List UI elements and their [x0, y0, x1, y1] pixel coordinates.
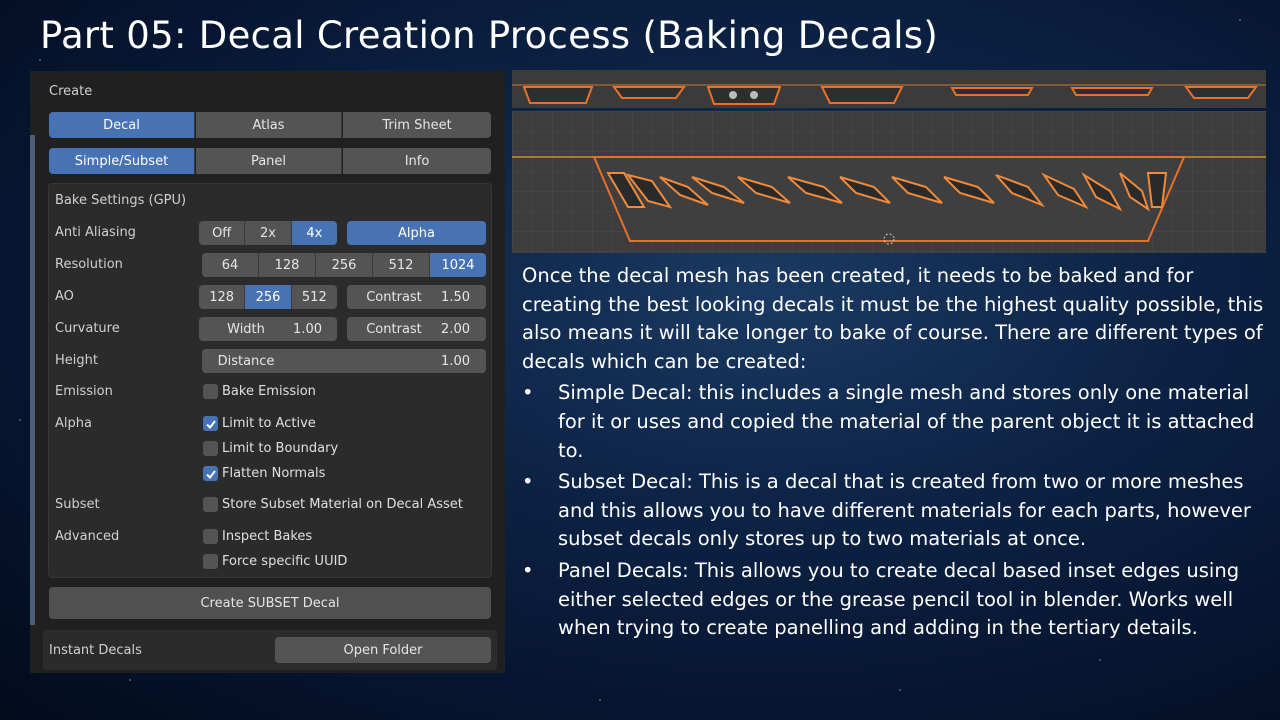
curvature-label: Curvature: [55, 321, 120, 336]
flatten-normals-checkbox[interactable]: [203, 466, 218, 481]
limit-to-active-label: Limit to Active: [222, 416, 316, 431]
list-item: • Simple Decal: this includes a single me…: [522, 379, 1274, 465]
curvature-contrast-field[interactable]: Contrast 2.00: [347, 317, 486, 341]
force-uuid-checkbox[interactable]: [203, 554, 218, 569]
resolution-option-256[interactable]: 256: [316, 253, 373, 277]
emission-label: Emission: [55, 384, 113, 399]
decal-thumb-4: [820, 86, 904, 104]
ao-option-512[interactable]: 512: [291, 285, 337, 309]
force-uuid-label: Force specific UUID: [222, 554, 348, 569]
bullet-icon: •: [522, 381, 534, 405]
decal-thumb-1: [522, 86, 594, 104]
subset-label: Subset: [55, 497, 100, 512]
instant-decals-label: Instant Decals: [49, 643, 142, 658]
anti-aliasing-label: Anti Aliasing: [55, 225, 136, 240]
resolution-selector: 64 128 256 512 1024: [202, 253, 486, 277]
resolution-label: Resolution: [55, 257, 123, 272]
bake-emission-label: Bake Emission: [222, 384, 316, 399]
decal-thumb-7: [1184, 86, 1258, 99]
bake-emission-checkbox[interactable]: [203, 384, 218, 399]
ao-selector: 128 256 512: [199, 285, 337, 309]
height-distance-label: Distance: [217, 353, 275, 369]
check-icon: [205, 469, 216, 479]
bullet-panel-decals: Panel Decals: This allows you to create …: [558, 558, 1240, 640]
ao-option-128[interactable]: 128: [199, 285, 246, 309]
check-icon: [205, 419, 216, 429]
ao-contrast-field[interactable]: Contrast 1.50: [347, 285, 486, 309]
resolution-option-64[interactable]: 64: [202, 253, 259, 277]
description-text: Once the decal mesh has been created, it…: [522, 262, 1274, 643]
ao-option-256[interactable]: 256: [245, 285, 292, 309]
alpha-label: Alpha: [55, 416, 92, 431]
curvature-width-label: Width: [227, 321, 265, 337]
advanced-label: Advanced: [55, 529, 120, 544]
limit-to-boundary-checkbox[interactable]: [203, 441, 218, 456]
bullet-subset-decal: Subset Decal: This is a decal that is cr…: [558, 470, 1251, 551]
aa-option-2x[interactable]: 2x: [245, 221, 292, 245]
tab-simple-subset[interactable]: Simple/Subset: [49, 148, 195, 174]
panel-scrollbar[interactable]: [30, 135, 35, 625]
tab-decal[interactable]: Decal: [49, 112, 195, 138]
decal-viewport: [512, 111, 1266, 253]
decal-thumb-5: [950, 87, 1034, 96]
ao-label: AO: [55, 289, 74, 304]
list-item: • Panel Decals: This allows you to create…: [522, 557, 1274, 643]
aa-option-4x[interactable]: 4x: [291, 221, 337, 245]
decal-thumb-2: [612, 86, 686, 99]
store-subset-material-label: Store Subset Material on Decal Asset: [222, 497, 463, 512]
decal-mesh-render: [512, 156, 1266, 245]
ao-contrast-value: 1.50: [441, 289, 470, 305]
inspect-bakes-checkbox[interactable]: [203, 529, 218, 544]
ao-contrast-label: Contrast: [366, 289, 422, 305]
store-subset-material-checkbox[interactable]: [203, 497, 218, 512]
decal-thumb-bolt: [750, 91, 758, 99]
flatten-normals-label: Flatten Normals: [222, 466, 326, 481]
tab-info[interactable]: Info: [343, 148, 491, 174]
alpha-toggle[interactable]: Alpha: [347, 221, 486, 245]
curvature-width-value: 1.00: [293, 321, 322, 337]
create-header: Create: [49, 84, 93, 99]
resolution-option-1024[interactable]: 1024: [430, 253, 486, 277]
resolution-option-512[interactable]: 512: [373, 253, 430, 277]
height-label: Height: [55, 353, 98, 368]
tab-trim-sheet[interactable]: Trim Sheet: [343, 112, 491, 138]
decal-thumb-bolt: [729, 91, 737, 99]
tab-atlas[interactable]: Atlas: [196, 112, 342, 138]
limit-to-boundary-label: Limit to Boundary: [222, 441, 339, 456]
decal-thumb-3: [706, 86, 782, 105]
open-folder-button[interactable]: Open Folder: [275, 637, 491, 663]
decal-types-list: • Simple Decal: this includes a single me…: [522, 379, 1274, 642]
anti-aliasing-selector: Off 2x 4x: [199, 221, 337, 245]
curvature-width-field[interactable]: Width 1.00: [199, 317, 337, 341]
height-distance-value: 1.00: [441, 353, 470, 369]
inspect-bakes-label: Inspect Bakes: [222, 529, 313, 544]
decal-thumbnails: [512, 84, 1266, 105]
list-item: • Subset Decal: This is a decal that is c…: [522, 468, 1274, 554]
slide-title: Part 05: Decal Creation Process (Baking …: [40, 14, 939, 57]
bullet-simple-decal: Simple Decal: this includes a single mes…: [558, 381, 1255, 462]
curvature-contrast-label: Contrast: [366, 321, 422, 337]
intro-paragraph: Once the decal mesh has been created, it…: [522, 264, 1264, 373]
limit-to-active-checkbox[interactable]: [203, 416, 218, 431]
bake-settings-header: Bake Settings (GPU): [55, 193, 187, 208]
decal-thumbnail-strip: [512, 70, 1266, 108]
decal-thumb-6: [1070, 87, 1154, 96]
tab-panel[interactable]: Panel: [196, 148, 342, 174]
create-subset-decal-button[interactable]: Create SUBSET Decal: [49, 587, 491, 619]
bullet-icon: •: [522, 558, 534, 582]
height-distance-field[interactable]: Distance 1.00: [202, 349, 486, 373]
bullet-icon: •: [522, 470, 534, 494]
aa-option-off[interactable]: Off: [199, 221, 246, 245]
curvature-contrast-value: 2.00: [441, 321, 470, 337]
resolution-option-128[interactable]: 128: [259, 253, 316, 277]
